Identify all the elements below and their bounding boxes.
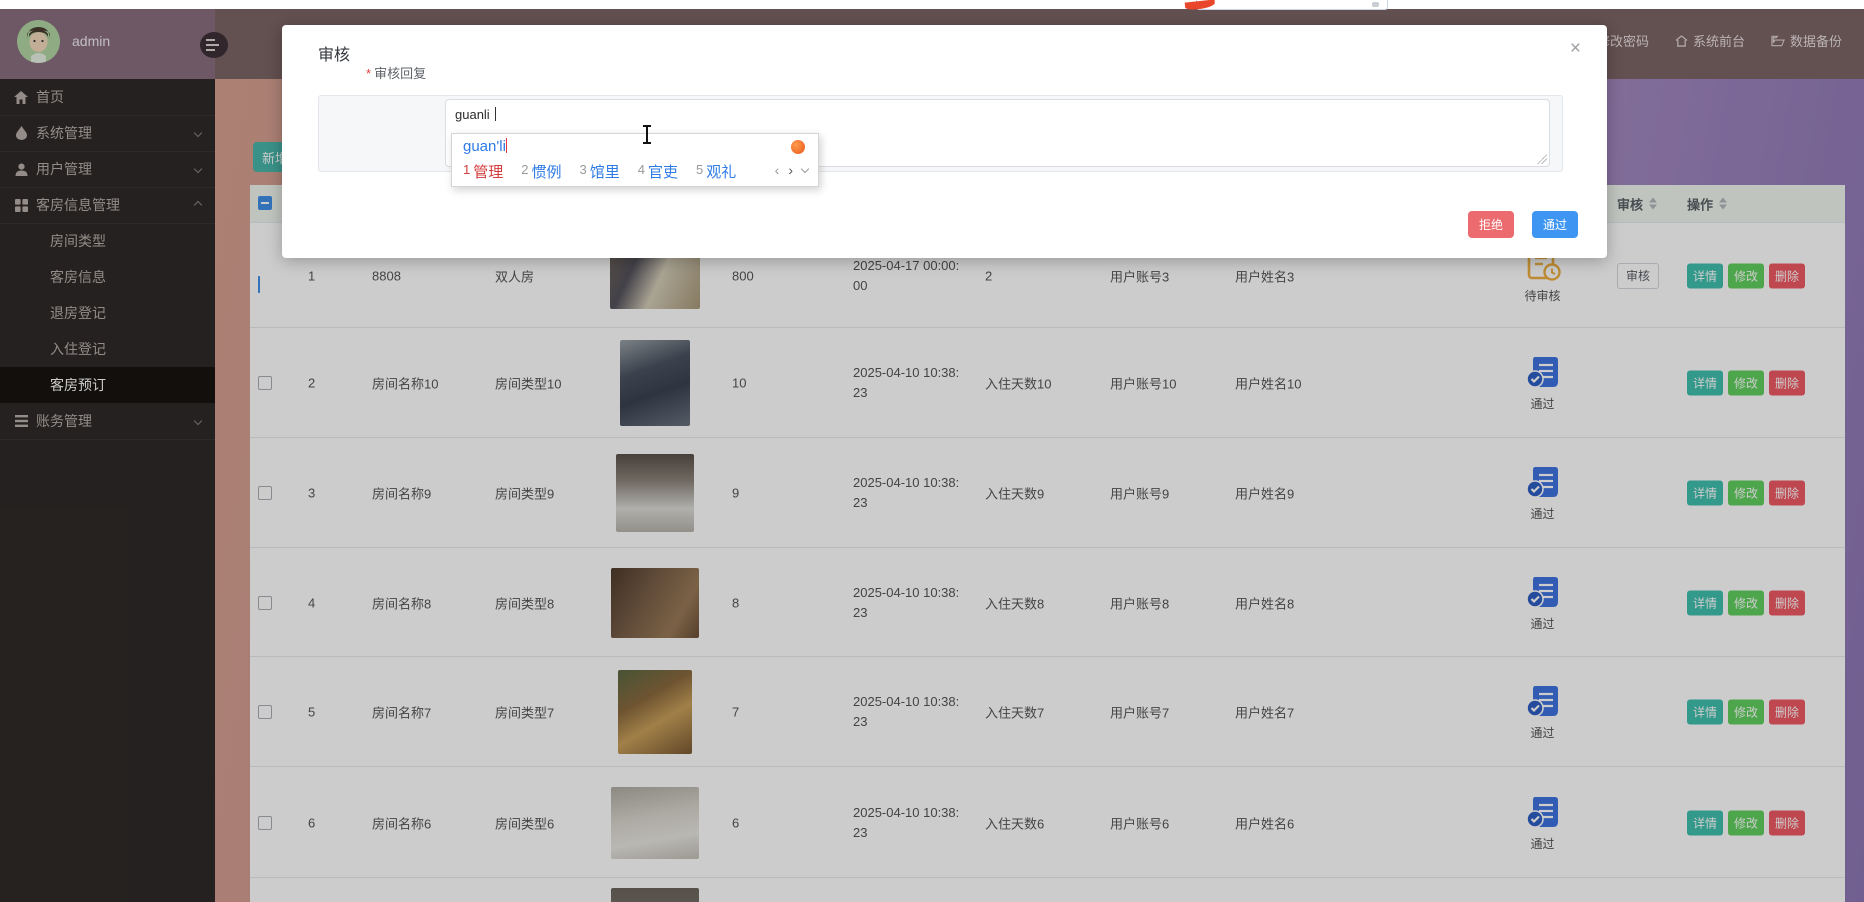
text-caret — [495, 107, 496, 121]
ime-candidate[interactable]: 3馆里 — [580, 161, 620, 182]
ime-candidate[interactable]: 2惯例 — [521, 161, 561, 182]
floating-search-box[interactable] — [1196, 0, 1388, 10]
resize-grip[interactable] — [1537, 154, 1547, 164]
ime-candidates: 1管理 2惯例 3馆里 4官吏 5观礼 — [463, 161, 736, 182]
ime-panel: guan'li 1管理 2惯例 3馆里 4官吏 5观礼 ‹ › — [451, 133, 819, 187]
reject-button[interactable]: 拒绝 — [1468, 211, 1514, 238]
floating-toolbar-strip — [0, 0, 1864, 9]
ime-logo-icon[interactable] — [791, 140, 805, 154]
strip-icon — [1372, 2, 1379, 7]
ime-next-icon[interactable]: › — [788, 162, 793, 178]
ime-candidate[interactable]: 1管理 — [463, 161, 503, 182]
ime-composition: guan'li — [463, 138, 507, 155]
ime-candidate[interactable]: 5观礼 — [696, 161, 736, 182]
reply-label: *审核回复 — [366, 63, 426, 82]
close-icon[interactable]: × — [1570, 39, 1581, 58]
ime-pagination: ‹ › — [775, 162, 808, 178]
ime-prev-icon[interactable]: ‹ — [775, 162, 780, 178]
ime-expand-icon[interactable] — [801, 164, 809, 172]
ime-caret — [506, 138, 508, 153]
approve-button[interactable]: 通过 — [1532, 211, 1578, 238]
required-asterisk: * — [366, 66, 371, 81]
reply-input-value: guanli — [455, 107, 490, 122]
ime-candidate[interactable]: 4官吏 — [638, 161, 678, 182]
reply-label-text: 审核回复 — [374, 66, 426, 81]
modal-title: 审核 — [318, 41, 350, 65]
